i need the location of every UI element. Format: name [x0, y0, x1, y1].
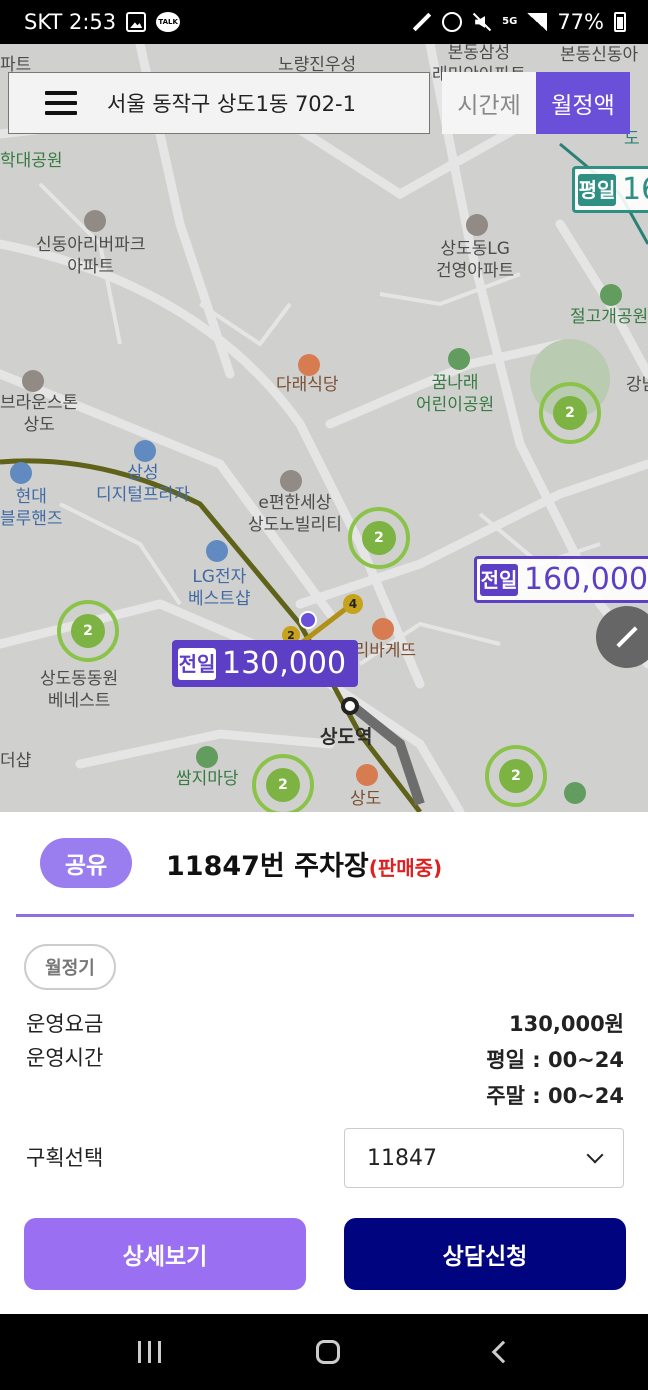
tab-hourly[interactable]: 시간제 — [442, 72, 536, 134]
status-bar: SKT 2:53 TALK 5G 77% — [0, 0, 648, 44]
lot-name: 11847번 주차장 — [166, 851, 369, 882]
battery-percent: 77% — [557, 10, 604, 34]
parking-detail-sheet: 공유 11847번 주차장(판매중) 월정기 운영요금 130,000원 운영시… — [0, 812, 648, 1314]
map-view[interactable]: 노량진우성 본동삼성 래미안아파트 본동신동아 파트 학대공원 신동아리버파크 … — [0, 44, 648, 812]
consult-request-button[interactable]: 상담신청 — [344, 1218, 626, 1290]
back-icon[interactable] — [491, 1340, 514, 1364]
detail-button[interactable]: 상세보기 — [24, 1218, 306, 1290]
share-badge: 공유 — [40, 838, 132, 888]
divider — [16, 914, 634, 917]
carrier-time: SKT 2:53 — [24, 10, 117, 34]
lot-title: 11847번 주차장(판매중) — [166, 844, 442, 883]
price-tag: 전일 — [480, 563, 518, 596]
price-marker[interactable]: 평일 16 — [572, 166, 648, 213]
pen-icon — [412, 12, 432, 32]
fee-label: 운영요금 — [26, 1012, 104, 1036]
status-right: 5G 77% — [412, 10, 626, 34]
price-amount: 130,000 — [222, 646, 347, 681]
price-marker[interactable]: 전일 160,000 — [474, 556, 648, 603]
contract-type-chip: 월정기 — [24, 944, 116, 990]
cluster-count: 2 — [71, 614, 105, 648]
status-left: SKT 2:53 TALK — [24, 10, 181, 34]
home-icon[interactable] — [315, 1340, 340, 1364]
network-type: 5G — [502, 16, 518, 27]
price-marker-selected[interactable]: 전일 130,000 — [172, 640, 359, 687]
signal-icon — [527, 13, 548, 31]
recent-apps-icon[interactable] — [137, 1341, 161, 1363]
station-marker — [341, 697, 359, 715]
cluster-count: 2 — [499, 759, 533, 793]
alarm-icon — [442, 12, 463, 32]
battery-icon — [614, 12, 626, 32]
price-tag: 전일 — [178, 647, 216, 680]
parking-cluster[interactable]: 2 — [57, 600, 119, 662]
hamburger-menu-icon[interactable] — [45, 91, 77, 115]
section-selected-value: 11847 — [367, 1145, 437, 1171]
parking-cluster[interactable]: 2 — [252, 754, 314, 812]
kakaotalk-icon: TALK — [156, 12, 181, 32]
price-tag: 평일 — [578, 173, 616, 206]
address-search-bar[interactable]: 서울 동작구 상도1동 702-1 — [8, 72, 430, 134]
tab-monthly[interactable]: 월정액 — [536, 72, 630, 134]
pencil-icon — [616, 626, 638, 648]
section-label: 구획선택 — [26, 1146, 104, 1170]
system-nav-bar — [0, 1314, 648, 1390]
cluster-count: 2 — [362, 521, 396, 555]
parking-cluster[interactable]: 2 — [348, 507, 410, 569]
current-location-dot — [299, 611, 317, 629]
subway-line-badge: 4 — [343, 594, 363, 614]
cluster-count: 2 — [553, 396, 587, 430]
parking-cluster[interactable]: 2 — [485, 745, 547, 807]
section-select[interactable]: 11847 — [344, 1128, 624, 1188]
hours-label: 운영시간 — [26, 1046, 104, 1070]
parking-cluster[interactable]: 2 — [539, 382, 601, 444]
price-amount: 160,000 — [524, 562, 648, 597]
mute-icon — [472, 12, 492, 32]
weekday-hours: 평일 : 00~24 — [486, 1048, 624, 1072]
weekend-hours: 주말 : 00~24 — [486, 1084, 624, 1108]
address-text: 서울 동작구 상도1동 702-1 — [107, 92, 356, 116]
lot-status: (판매중) — [368, 856, 443, 880]
fee-value: 130,000원 — [509, 1012, 624, 1036]
cluster-count: 2 — [266, 768, 300, 802]
price-amount: 16 — [622, 172, 648, 207]
chevron-down-icon — [586, 1146, 604, 1164]
gallery-icon — [126, 12, 147, 32]
pricing-mode-tabs: 시간제 월정액 — [442, 72, 630, 134]
